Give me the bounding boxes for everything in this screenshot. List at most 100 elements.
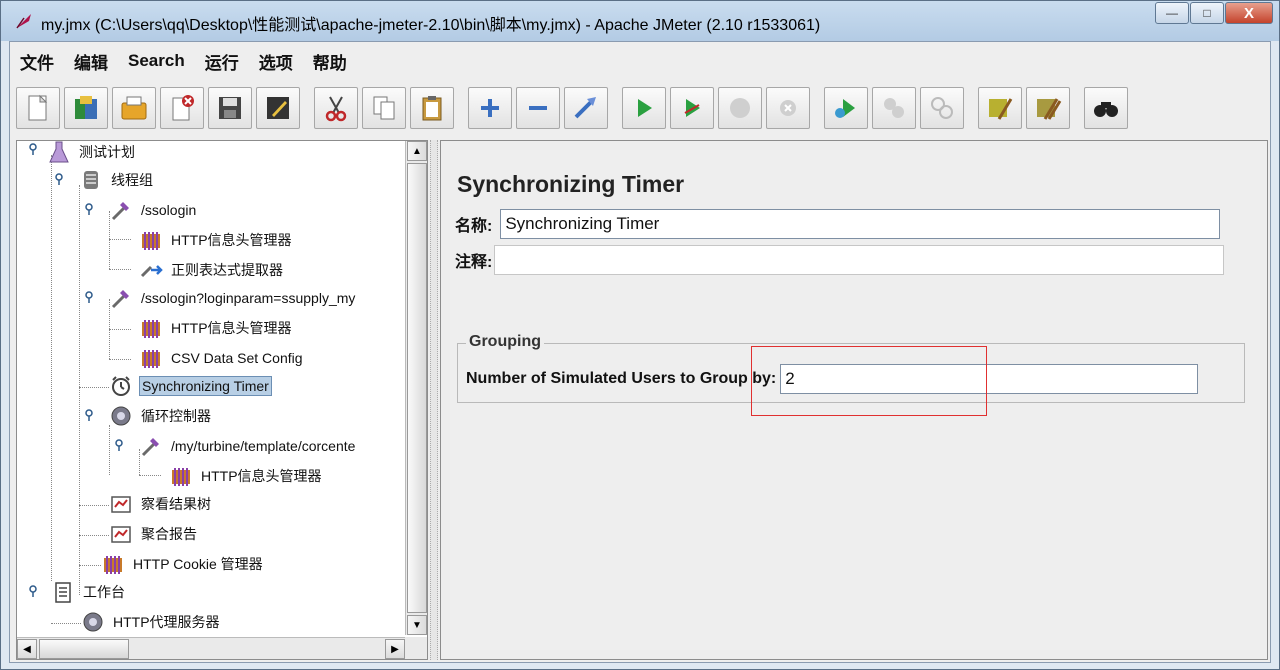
- expand-handle-icon[interactable]: [27, 143, 39, 155]
- shutdown-button[interactable]: [766, 87, 810, 129]
- open-icon: [121, 96, 147, 120]
- clear-icon: [989, 98, 1013, 120]
- clear-all-icon: [1037, 98, 1062, 120]
- tree-node-sampler-turbine[interactable]: /my/turbine/template/corcente: [139, 433, 357, 459]
- tree-node-regex-extractor[interactable]: 正则表达式提取器: [139, 257, 285, 283]
- tree-node-http-proxy[interactable]: HTTP代理服务器: [81, 609, 222, 635]
- tree-node-label: 察看结果树: [141, 496, 211, 512]
- start-button[interactable]: [622, 87, 666, 129]
- scroll-up-icon[interactable]: ▲: [407, 141, 427, 161]
- tree-node-label: 正则表达式提取器: [171, 262, 283, 278]
- menu-help[interactable]: 帮助: [313, 49, 347, 74]
- tree-node-label: HTTP Cookie 管理器: [133, 556, 263, 572]
- close-button[interactable]: X: [1225, 2, 1273, 24]
- test-plan-tree[interactable]: 测试计划 线程组 /ssologin HTTP信息头管理器 正则表达式提取器 /…: [16, 140, 428, 660]
- toggle-button[interactable]: [564, 87, 608, 129]
- tree-node-thread-group[interactable]: 线程组: [79, 167, 155, 193]
- start-no-pauses-button[interactable]: [670, 87, 714, 129]
- tree-vertical-scrollbar[interactable]: ▲ ▼: [405, 141, 427, 635]
- name-row: 名称: Synchronizing Timer: [455, 209, 1221, 239]
- remote-stop-button[interactable]: [872, 87, 916, 129]
- tree-node-cookie-manager[interactable]: HTTP Cookie 管理器: [101, 551, 265, 577]
- tree-node-header-manager[interactable]: HTTP信息头管理器: [169, 463, 324, 489]
- expand-handle-icon[interactable]: [83, 291, 95, 303]
- scroll-right-icon[interactable]: ▶: [385, 639, 405, 659]
- tree-node-csv-data-set[interactable]: CSV Data Set Config: [139, 345, 305, 371]
- save-button[interactable]: [208, 87, 252, 129]
- open-templates-icon: [75, 96, 97, 119]
- menu-edit[interactable]: 编辑: [74, 49, 108, 74]
- templates-button[interactable]: [64, 87, 108, 129]
- minimize-button[interactable]: —: [1155, 2, 1189, 24]
- users-group-label: Number of Simulated Users to Group by:: [466, 370, 777, 387]
- start-icon: [638, 99, 652, 117]
- menu-bar: 文件 编辑 Search 运行 选项 帮助: [10, 42, 1270, 80]
- page-title: Synchronizing Timer: [457, 171, 685, 197]
- comment-field[interactable]: [494, 245, 1225, 275]
- expand-handle-icon[interactable]: [113, 439, 125, 451]
- tree-node-label: 循环控制器: [141, 408, 211, 424]
- clear-button[interactable]: [978, 87, 1022, 129]
- title-bar: my.jmx (C:\Users\qq\Desktop\性能测试\apache-…: [1, 1, 1279, 41]
- menu-options[interactable]: 选项: [259, 49, 293, 74]
- tree-node-label: /ssologin: [141, 202, 197, 218]
- collapse-all-button[interactable]: [516, 87, 560, 129]
- tree-horizontal-scrollbar[interactable]: ◀ ▶: [17, 637, 405, 659]
- search-button[interactable]: [1084, 87, 1128, 129]
- tree-node-view-results-tree[interactable]: 察看结果树: [109, 491, 213, 517]
- expand-handle-icon[interactable]: [53, 173, 65, 185]
- scroll-left-icon[interactable]: ◀: [17, 639, 37, 659]
- tree-node-label: /my/turbine/template/corcente: [171, 438, 356, 454]
- copy-icon: [373, 96, 395, 120]
- expand-handle-icon[interactable]: [83, 203, 95, 215]
- tree-node-sampler-ssologin-param[interactable]: /ssologin?loginparam=ssupply_my: [109, 285, 357, 311]
- tree-node-label: /ssologin?loginparam=ssupply_my: [141, 290, 356, 306]
- new-button[interactable]: [16, 87, 60, 129]
- tree-node-label: 测试计划: [79, 144, 135, 160]
- tree-node-header-manager[interactable]: HTTP信息头管理器: [139, 227, 294, 253]
- csv-config-icon: [142, 350, 160, 368]
- maximize-button[interactable]: □: [1190, 2, 1224, 24]
- tree-node-sampler-ssologin[interactable]: /ssologin: [109, 197, 198, 223]
- menu-run[interactable]: 运行: [205, 49, 239, 74]
- expand-handle-icon[interactable]: [27, 585, 39, 597]
- name-field[interactable]: Synchronizing Timer: [500, 209, 1221, 239]
- remote-shutdown-button[interactable]: [920, 87, 964, 129]
- new-icon: [28, 94, 48, 121]
- tree-node-label: HTTP代理服务器: [113, 614, 220, 630]
- paste-button[interactable]: [410, 87, 454, 129]
- menu-file[interactable]: 文件: [20, 49, 54, 74]
- timer-clock-icon: [112, 376, 130, 396]
- cut-button[interactable]: [314, 87, 358, 129]
- scroll-down-icon[interactable]: ▼: [407, 615, 427, 635]
- scroll-thumb[interactable]: [407, 163, 427, 613]
- timer-editor-panel: Synchronizing Timer 名称: Synchronizing Ti…: [440, 140, 1268, 660]
- tree-node-aggregate-report[interactable]: 聚合报告: [109, 521, 199, 547]
- expand-handle-icon[interactable]: [83, 409, 95, 421]
- menu-search[interactable]: Search: [128, 51, 185, 71]
- app-client: 文件 编辑 Search 运行 选项 帮助 测试计划 线程组 /ssologin…: [9, 41, 1271, 663]
- remote-start-button[interactable]: [824, 87, 868, 129]
- clear-all-button[interactable]: [1026, 87, 1070, 129]
- close-file-button[interactable]: [160, 87, 204, 129]
- tree-node-test-plan[interactable]: 测试计划: [47, 141, 137, 165]
- tree-node-header-manager[interactable]: HTTP信息头管理器: [139, 315, 294, 341]
- tree-node-label: HTTP信息头管理器: [201, 468, 322, 484]
- grouping-title: Grouping: [466, 333, 544, 351]
- search-binoculars-icon: [1094, 102, 1118, 117]
- tree-node-label: CSV Data Set Config: [171, 350, 303, 366]
- paste-icon: [422, 96, 442, 121]
- scroll-thumb[interactable]: [39, 639, 129, 659]
- copy-button[interactable]: [362, 87, 406, 129]
- panel-splitter[interactable]: [430, 140, 438, 660]
- tree-node-loop-controller[interactable]: 循环控制器: [109, 403, 213, 429]
- pipette-icon: [111, 202, 129, 221]
- open-button[interactable]: [112, 87, 156, 129]
- tree-node-workbench[interactable]: 工作台: [51, 579, 127, 605]
- tree-node-synchronizing-timer[interactable]: Synchronizing Timer: [109, 373, 272, 399]
- toggle-icon: [574, 97, 596, 119]
- comment-label: 注释:: [455, 254, 493, 271]
- expand-all-button[interactable]: [468, 87, 512, 129]
- save-as-button[interactable]: [256, 87, 300, 129]
- stop-button[interactable]: [718, 87, 762, 129]
